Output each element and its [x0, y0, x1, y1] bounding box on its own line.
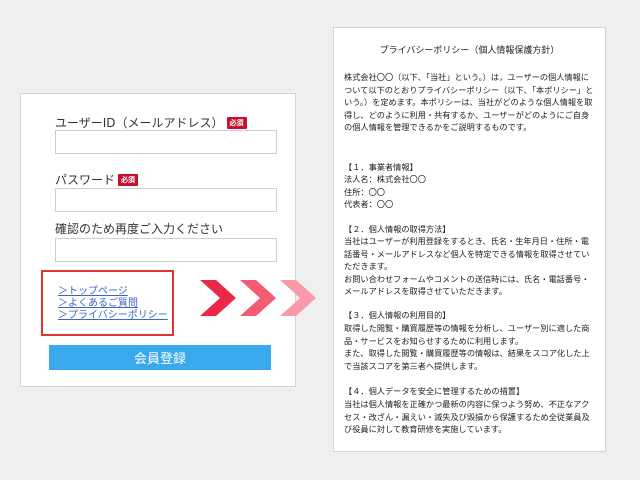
email-field-label: ユーザーID（メールアドレス） 必須 [55, 114, 247, 131]
email-input[interactable] [55, 130, 277, 154]
policy-title: プライバシーポリシー（個人情報保護方針） [379, 46, 560, 56]
required-badge: 必須 [118, 173, 139, 186]
chevron-right-icon [200, 280, 236, 316]
policy-section-body: 当社は個人情報を正確かつ最新の内容に保つよう努め、不正なアクセス・改ざん・漏えい… [344, 399, 590, 435]
password-confirm-input[interactable] [55, 238, 277, 262]
links-highlight-box: ＞トップページ ＞よくあるご質問 ＞プライバシーポリシー [41, 270, 174, 336]
faq-link[interactable]: ＞よくあるご質問 [58, 298, 138, 310]
policy-section-body: 法人名：株式会社〇〇 住所：〇〇 代表者：〇〇 [344, 174, 426, 210]
top-page-link[interactable]: ＞トップページ [58, 286, 128, 298]
password-input[interactable] [55, 188, 277, 212]
privacy-policy-panel: プライバシーポリシー（個人情報保護方針） 株式会社〇〇（以下、「当社」という。）… [333, 27, 606, 452]
policy-section-heading: 【３．個人情報の利用目的】 [344, 310, 451, 320]
policy-section-body: 当社はユーザーが利用登録をするとき、氏名・生年月日・住所・電話番号・メールアドレ… [344, 236, 590, 297]
triple-chevron-right-icon [200, 280, 316, 316]
registration-form-card: ユーザーID（メールアドレス） 必須 パスワード 必須 確認のため再度ご入力くだ… [20, 93, 296, 387]
policy-section-heading: 【４．個人データを安全に管理するための措置】 [344, 386, 525, 396]
policy-section-heading: 【２．個人情報の取得方法】 [344, 224, 451, 234]
required-badge: 必須 [226, 116, 247, 129]
policy-intro: 株式会社〇〇（以下、「当社」という。）は，ユーザーの個人情報について以下のとおり… [344, 72, 594, 133]
policy-section-heading: 【１．事業者情報】 [344, 162, 418, 172]
policy-section-body: 取得した閲覧・購買履歴等の情報を分析し、ユーザー別に適した商品・サービスをお知ら… [344, 323, 590, 371]
password-field-label: パスワード 必須 [55, 171, 139, 188]
confirm-field-label: 確認のため再度ご入力ください [55, 222, 224, 236]
privacy-policy-link[interactable]: ＞プライバシーポリシー [58, 310, 168, 322]
chevron-right-icon [280, 280, 316, 316]
register-button[interactable]: 会員登録 [49, 345, 271, 370]
chevron-right-icon [240, 280, 276, 316]
